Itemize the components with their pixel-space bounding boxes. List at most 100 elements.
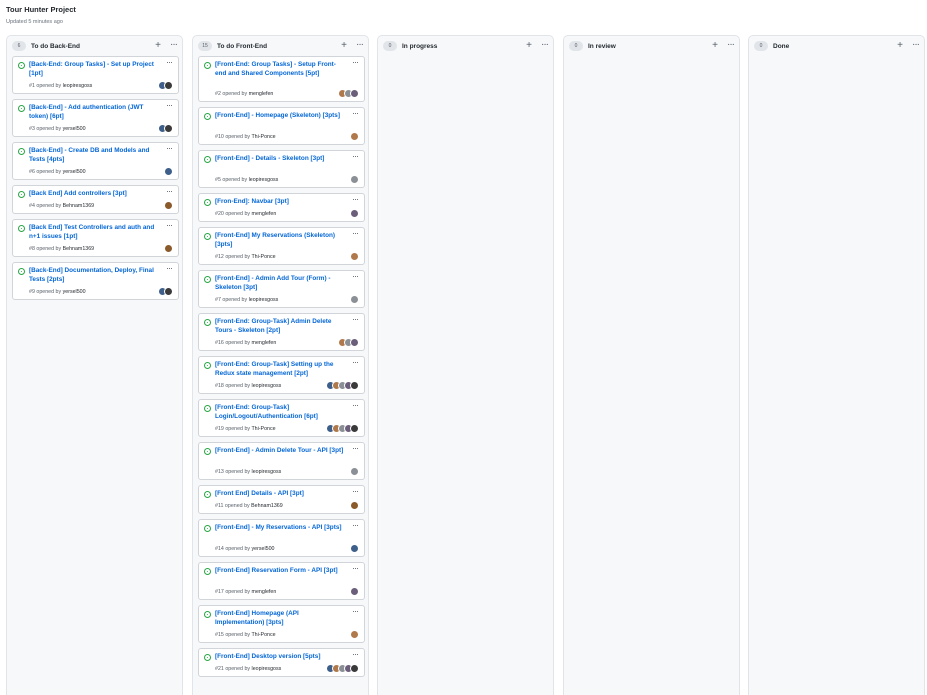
avatar[interactable] (164, 201, 173, 210)
avatar[interactable] (350, 295, 359, 304)
avatar[interactable] (164, 244, 173, 253)
card-menu-ellipsis-icon[interactable]: ··· (166, 100, 172, 110)
issue-title-link[interactable]: [Front-End: Group Tasks] - Setup Front-e… (215, 61, 345, 78)
issue-author[interactable]: yersel500 (252, 546, 275, 552)
issue-title-link[interactable]: [Back End] Add controllers [3pt] (29, 190, 159, 199)
plus-icon[interactable]: + (712, 40, 718, 51)
card-menu-ellipsis-icon[interactable]: ··· (352, 443, 358, 453)
card-menu-ellipsis-icon[interactable]: ··· (166, 186, 172, 196)
plus-icon[interactable]: + (341, 40, 347, 51)
issue-title-link[interactable]: [Front-End] Homepage (API Implementation… (215, 610, 345, 627)
avatar[interactable] (164, 124, 173, 133)
issue-card[interactable]: [Back-End] - Add authentication (JWT tok… (12, 99, 179, 137)
avatar[interactable] (350, 338, 359, 347)
issue-card[interactable]: [Front-End: Group-Task] Login/Logout/Aut… (198, 399, 365, 437)
issue-author[interactable]: leopiresgoss (63, 83, 93, 89)
issue-card[interactable]: [Front-End: Group Tasks] - Setup Front-e… (198, 56, 365, 102)
avatar[interactable] (350, 630, 359, 639)
avatar[interactable] (350, 252, 359, 261)
issue-title-link[interactable]: [Front End] Details - API [3pt] (215, 490, 345, 499)
issue-card[interactable]: [Front-End: Group-Task] Setting up the R… (198, 356, 365, 394)
issue-title-link[interactable]: [Front-End] - My Reservations - API [3pt… (215, 524, 345, 533)
avatar[interactable] (350, 544, 359, 553)
issue-author[interactable]: leopiresgoss (252, 666, 282, 672)
issue-title-link[interactable]: [Fron-End]: Navbar [3pt] (215, 198, 345, 207)
ellipsis-icon[interactable]: ··· (912, 39, 919, 50)
card-menu-ellipsis-icon[interactable]: ··· (166, 57, 172, 67)
avatar[interactable] (350, 175, 359, 184)
issue-card[interactable]: [Front-End] Desktop version [5pts]···#21… (198, 648, 365, 677)
card-menu-ellipsis-icon[interactable]: ··· (352, 194, 358, 204)
issue-author[interactable]: Thi-Ponce (251, 426, 275, 432)
issue-card[interactable]: [Front-End] - Homepage (Skeleton) [3pts]… (198, 107, 365, 145)
card-menu-ellipsis-icon[interactable]: ··· (352, 606, 358, 616)
issue-card[interactable]: [Back End] Add controllers [3pt]···#4 op… (12, 185, 179, 214)
issue-title-link[interactable]: [Back End] Test Controllers and auth and… (29, 224, 159, 241)
issue-author[interactable]: leopiresgoss (249, 177, 279, 183)
avatar[interactable] (350, 664, 359, 673)
issue-title-link[interactable]: [Front-End] Reservation Form - API [3pt] (215, 567, 345, 576)
ellipsis-icon[interactable]: ··· (170, 39, 177, 50)
plus-icon[interactable]: + (155, 40, 161, 51)
issue-author[interactable]: Thi-Ponce (251, 632, 275, 638)
issue-author[interactable]: Thi-Ponce (251, 134, 275, 140)
plus-icon[interactable]: + (897, 40, 903, 51)
card-menu-ellipsis-icon[interactable]: ··· (166, 143, 172, 153)
issue-title-link[interactable]: [Front-End: Group-Task] Login/Logout/Aut… (215, 404, 345, 421)
issue-title-link[interactable]: [Back-End: Group Tasks] - Set up Project… (29, 61, 159, 78)
avatar[interactable] (164, 81, 173, 90)
issue-author[interactable]: yersel500 (63, 126, 86, 132)
issue-title-link[interactable]: [Front-End: Group-Task] Setting up the R… (215, 361, 345, 378)
issue-author[interactable]: leopiresgoss (252, 383, 282, 389)
card-menu-ellipsis-icon[interactable]: ··· (352, 400, 358, 410)
plus-icon[interactable]: + (526, 40, 532, 51)
issue-title-link[interactable]: [Back-End] - Add authentication (JWT tok… (29, 104, 159, 121)
issue-card[interactable]: [Front-End] My Reservations (Skeleton) [… (198, 227, 365, 265)
avatar[interactable] (350, 132, 359, 141)
issue-card[interactable]: [Back End] Test Controllers and auth and… (12, 219, 179, 257)
issue-title-link[interactable]: [Front-End] My Reservations (Skeleton) [… (215, 232, 345, 249)
issue-author[interactable]: leopiresgoss (252, 469, 282, 475)
issue-title-link[interactable]: [Front-End] - Homepage (Skeleton) [3pts] (215, 112, 345, 121)
issue-author[interactable]: menglefen (249, 91, 274, 97)
avatar[interactable] (350, 209, 359, 218)
issue-title-link[interactable]: [Back-End] Documentation, Deploy, Final … (29, 267, 159, 284)
avatar[interactable] (350, 501, 359, 510)
issue-title-link[interactable]: [Front-End] - Admin Add Tour (Form) - Sk… (215, 275, 345, 292)
card-menu-ellipsis-icon[interactable]: ··· (352, 271, 358, 281)
issue-title-link[interactable]: [Back-End] - Create DB and Models and Te… (29, 147, 159, 164)
avatar[interactable] (350, 89, 359, 98)
ellipsis-icon[interactable]: ··· (356, 39, 363, 50)
issue-author[interactable]: menglefen (252, 589, 277, 595)
card-menu-ellipsis-icon[interactable]: ··· (166, 263, 172, 273)
card-menu-ellipsis-icon[interactable]: ··· (352, 486, 358, 496)
card-menu-ellipsis-icon[interactable]: ··· (166, 220, 172, 230)
issue-card[interactable]: [Front-End] - Admin Delete Tour - API [3… (198, 442, 365, 480)
card-menu-ellipsis-icon[interactable]: ··· (352, 563, 358, 573)
card-menu-ellipsis-icon[interactable]: ··· (352, 57, 358, 67)
card-menu-ellipsis-icon[interactable]: ··· (352, 314, 358, 324)
issue-card[interactable]: [Front-End: Group-Task] Admin Delete Tou… (198, 313, 365, 351)
issue-author[interactable]: Behnam1369 (63, 203, 95, 209)
card-menu-ellipsis-icon[interactable]: ··· (352, 228, 358, 238)
issue-card[interactable]: [Front-End] - Details - Skeleton [3pt]··… (198, 150, 365, 188)
avatar[interactable] (350, 381, 359, 390)
ellipsis-icon[interactable]: ··· (541, 39, 548, 50)
issue-card[interactable]: [Front End] Details - API [3pt]···#11 op… (198, 485, 365, 514)
issue-author[interactable]: Behnam1369 (63, 246, 95, 252)
issue-card[interactable]: [Back-End] Documentation, Deploy, Final … (12, 262, 179, 300)
issue-card[interactable]: [Back-End: Group Tasks] - Set up Project… (12, 56, 179, 94)
issue-author[interactable]: menglefen (252, 340, 277, 346)
issue-card[interactable]: [Front-End] - My Reservations - API [3pt… (198, 519, 365, 557)
issue-author[interactable]: yersel500 (63, 289, 86, 295)
issue-title-link[interactable]: [Front-End] Desktop version [5pts] (215, 653, 345, 662)
card-menu-ellipsis-icon[interactable]: ··· (352, 649, 358, 659)
ellipsis-icon[interactable]: ··· (727, 39, 734, 50)
issue-author[interactable]: yersel500 (63, 169, 86, 175)
avatar[interactable] (350, 587, 359, 596)
issue-title-link[interactable]: [Front-End] - Admin Delete Tour - API [3… (215, 447, 345, 456)
issue-card[interactable]: [Fron-End]: Navbar [3pt]···#20 opened by… (198, 193, 365, 222)
avatar[interactable] (350, 467, 359, 476)
issue-title-link[interactable]: [Front-End: Group-Task] Admin Delete Tou… (215, 318, 345, 335)
issue-title-link[interactable]: [Front-End] - Details - Skeleton [3pt] (215, 155, 345, 164)
